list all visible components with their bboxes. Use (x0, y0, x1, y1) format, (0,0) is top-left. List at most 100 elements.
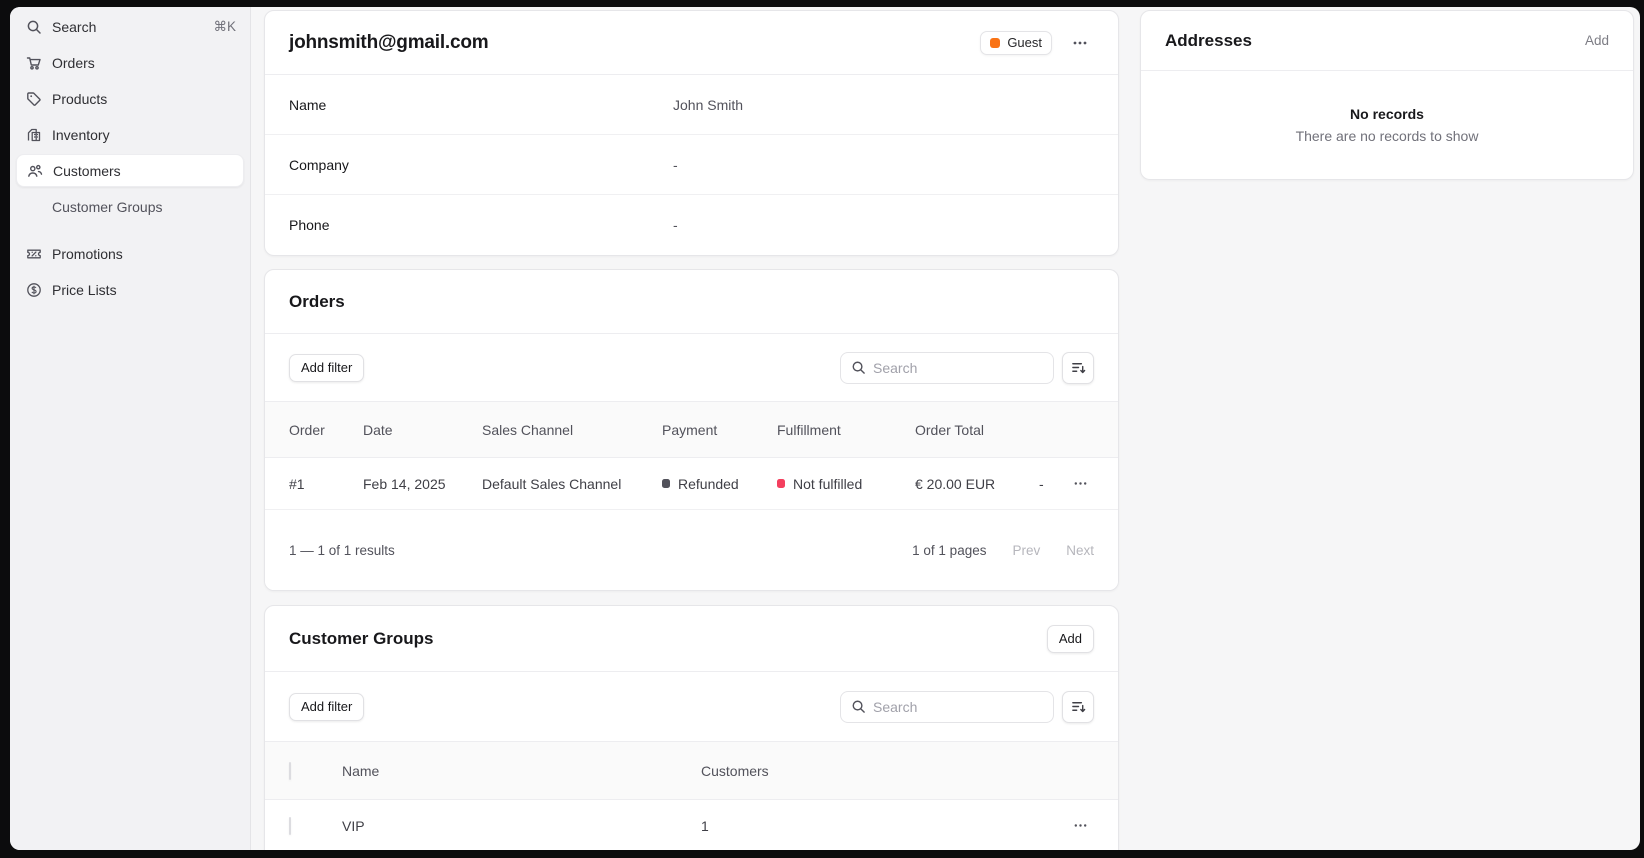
group-customers-count: 1 (701, 817, 709, 834)
orders-pagination: 1 — 1 of 1 results 1 of 1 pages Prev Nex… (265, 510, 1118, 590)
column-header-payment: Payment (662, 421, 718, 438)
addresses-card-header: Addresses Add (1141, 11, 1633, 71)
order-table-row[interactable]: #1 Feb 14, 2025 Default Sales Channel Re… (265, 458, 1118, 510)
search-shortcut: ⌘K (213, 18, 236, 34)
sidebar: Search ⌘K Orders Products Inventory Cust… (10, 7, 251, 850)
customer-field-row: Name John Smith (265, 75, 1118, 135)
order-total: € 20.00 EUR (915, 475, 996, 492)
field-label-name: Name (289, 96, 327, 113)
orders-table-header: Order Date Sales Channel Payment Fulfill… (265, 402, 1118, 458)
search-icon (852, 700, 865, 713)
customer-groups-add-button[interactable]: Add (1046, 624, 1094, 653)
group-row-menu-button[interactable] (1066, 812, 1094, 840)
customer-group-row[interactable]: VIP 1 (265, 800, 1118, 850)
payment-status-dot (662, 479, 670, 488)
sidebar-item-label: Products (52, 90, 108, 107)
sidebar-item-label: Customer Groups (52, 198, 163, 215)
tag-icon (26, 91, 42, 107)
column-header-name: Name (342, 762, 380, 779)
sidebar-item-inventory[interactable]: Inventory (16, 118, 244, 151)
orders-page-count: 1 of 1 pages (912, 542, 987, 558)
field-value-name: John Smith (673, 96, 744, 113)
orders-sort-button[interactable] (1062, 351, 1094, 384)
column-header-date: Date (363, 421, 393, 438)
empty-state-title: No records (1350, 106, 1424, 122)
sidebar-item-price-lists[interactable]: Price Lists (16, 273, 244, 306)
prev-page-button[interactable]: Prev (1012, 543, 1040, 558)
customer-groups-sort-button[interactable] (1062, 690, 1094, 723)
sort-descending-icon (1071, 702, 1085, 713)
customer-groups-table-header: Name Customers (265, 742, 1118, 800)
column-header-fulfillment: Fulfillment (777, 421, 841, 438)
field-label-company: Company (289, 156, 349, 173)
order-sales-channel: Default Sales Channel (482, 475, 622, 492)
order-number: #1 (289, 475, 305, 492)
row-checkbox[interactable] (289, 816, 291, 835)
customer-menu-button[interactable] (1066, 29, 1094, 57)
customer-groups-search-box (840, 690, 1054, 723)
ticket-percent-icon (26, 246, 42, 262)
orders-card: Orders Add filter Order (264, 269, 1119, 591)
customer-groups-add-filter-button[interactable]: Add filter (289, 692, 365, 721)
column-header-order-total: Order Total (915, 421, 984, 438)
sidebar-item-label: Orders (52, 54, 95, 71)
users-icon (27, 163, 43, 179)
order-date: Feb 14, 2025 (363, 475, 446, 492)
orders-filter-bar: Add filter (265, 334, 1118, 402)
sidebar-item-products[interactable]: Products (16, 82, 244, 115)
customer-field-row: Phone - (265, 195, 1118, 255)
app-window: Search ⌘K Orders Products Inventory Cust… (10, 7, 1640, 850)
sidebar-item-promotions[interactable]: Promotions (16, 237, 244, 270)
guest-badge-label: Guest (1007, 35, 1042, 50)
order-extra: - (1039, 475, 1044, 492)
customer-groups-search-input[interactable] (873, 698, 1043, 715)
addresses-empty-state: No records There are no records to show (1141, 71, 1633, 179)
customer-email-title: johnsmith@gmail.com (289, 31, 489, 53)
orders-add-filter-button[interactable]: Add filter (289, 353, 365, 382)
order-fulfillment-status: Not fulfilled (777, 476, 915, 492)
payment-status-label: Refunded (678, 475, 739, 492)
addresses-add-button[interactable]: Add (1585, 33, 1609, 48)
column-header-sales-channel: Sales Channel (482, 421, 574, 438)
sidebar-item-customers[interactable]: Customers (16, 154, 244, 187)
customer-groups-card-header: Customer Groups Add (265, 606, 1118, 672)
customer-groups-card: Customer Groups Add Add filter Search Na… (264, 605, 1119, 850)
order-row-menu-button[interactable] (1066, 470, 1094, 498)
sidebar-section-spacer (16, 226, 244, 237)
order-payment-status: Refunded (662, 476, 777, 492)
sidebar-item-label: Search (52, 18, 97, 35)
addresses-card: Addresses Add No records There are no re… (1140, 10, 1634, 180)
orders-search-input[interactable] (873, 359, 1043, 376)
orders-search-box (840, 351, 1054, 384)
fulfillment-status-dot (777, 479, 785, 488)
empty-state-subtitle: There are no records to show (1295, 128, 1479, 144)
sort-descending-icon (1071, 363, 1085, 374)
addresses-column: Addresses Add No records There are no re… (1140, 10, 1634, 850)
sidebar-item-label: Customers (53, 162, 121, 179)
next-page-button[interactable]: Next (1066, 543, 1094, 558)
column-header-customers: Customers (701, 762, 769, 779)
fulfillment-status-label: Not fulfilled (793, 475, 863, 492)
orders-results-count: 1 — 1 of 1 results (289, 542, 395, 558)
guest-badge-dot (990, 37, 1001, 48)
sidebar-item-search[interactable]: Search ⌘K (16, 10, 244, 43)
column-header-order: Order (289, 421, 325, 438)
group-name: VIP (342, 817, 365, 834)
orders-title: Orders (289, 291, 345, 311)
customer-groups-filter-bar: Add filter (265, 672, 1118, 742)
search-icon (26, 19, 42, 35)
select-all-checkbox[interactable] (289, 761, 291, 780)
addresses-title: Addresses (1165, 30, 1252, 50)
field-value-company: - (673, 156, 678, 173)
sidebar-item-orders[interactable]: Orders (16, 46, 244, 79)
cart-icon (26, 55, 42, 71)
search-icon (852, 361, 865, 374)
circle-dollar-icon (26, 282, 42, 298)
customer-card: johnsmith@gmail.com Guest Name John Smit… (264, 10, 1119, 256)
sidebar-item-label: Promotions (52, 245, 123, 262)
building-icon (26, 127, 42, 143)
sidebar-item-customer-groups[interactable]: Customer Groups (16, 190, 244, 223)
customer-detail-column: johnsmith@gmail.com Guest Name John Smit… (264, 10, 1119, 850)
customer-card-header: johnsmith@gmail.com Guest (265, 11, 1118, 75)
main-content: johnsmith@gmail.com Guest Name John Smit… (251, 7, 1640, 850)
